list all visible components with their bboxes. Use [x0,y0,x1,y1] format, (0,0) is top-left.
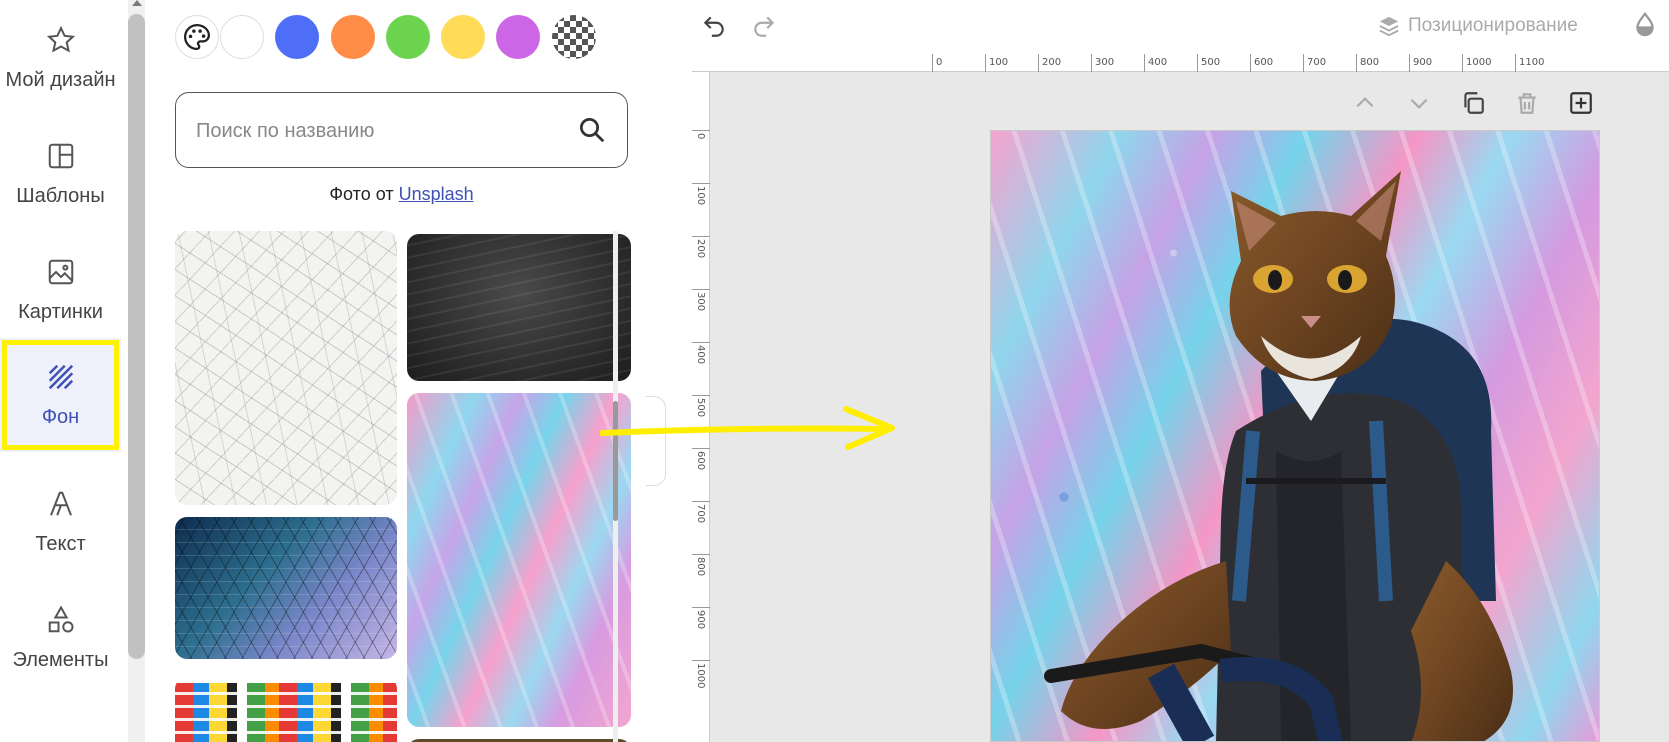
swatch-blue[interactable] [275,15,319,59]
sidebar-item-label: Шаблоны [16,184,105,207]
ruler-tick: 200 [692,236,710,289]
star-icon [46,25,75,53]
delete-button[interactable] [1510,86,1544,120]
image-icon [48,259,73,284]
background-thumbnails [175,231,635,742]
ruler-tick: 0 [692,130,710,183]
sidebar-item-label: Мой дизайн [5,68,116,91]
swatch-green[interactable] [386,15,430,59]
positioning-button[interactable]: Позиционирование [1378,8,1578,44]
ruler-tick: 800 [692,554,710,607]
horizontal-ruler: 0 100 200 300 400 500 600 700 800 900 10… [692,54,1669,72]
move-down-button[interactable] [1402,86,1436,120]
copy-icon [1464,92,1484,114]
search-icon[interactable] [577,115,607,145]
add-page-button[interactable] [1564,86,1598,120]
redo-icon [754,16,775,37]
opacity-icon[interactable] [1630,10,1660,40]
text-icon [49,491,72,516]
trash-icon [1518,93,1536,114]
color-picker-button[interactable] [175,15,219,59]
swatch-white[interactable] [220,15,264,59]
positioning-label: Позиционирование [1408,15,1578,36]
sidebar-item-templates[interactable]: Шаблоны [0,116,121,232]
background-icon [48,364,73,389]
move-up-button[interactable] [1348,86,1382,120]
ruler-tick: 700 [692,501,710,554]
swatch-transparent[interactable] [552,15,596,59]
swatch-orange[interactable] [331,15,375,59]
ruler-tick: 300 [1091,54,1114,72]
ruler-tick: 400 [1144,54,1167,72]
ruler-tick: 1000 [1462,54,1491,72]
redo-button[interactable] [748,10,780,42]
chevron-down-icon [1410,98,1428,109]
ruler-tick: 700 [1303,54,1326,72]
sidebar-item-label: Картинки [18,300,103,323]
background-panel: Фото от Unsplash [145,0,692,742]
background-thumb-cracked-white[interactable] [175,231,397,505]
design-canvas[interactable] [990,130,1600,742]
photo-credit: Фото от Unsplash [175,184,628,205]
search-input[interactable] [194,115,554,147]
cat-cyclist-illustration[interactable] [991,131,1600,742]
templates-icon [48,143,73,168]
sidebar-item-label: Фон [41,405,80,428]
swatch-yellow[interactable] [441,15,485,59]
ruler-tick: 800 [1356,54,1379,72]
background-thumb-colorful-bricks[interactable] [175,677,397,742]
sidebar-item-text[interactable]: Текст [0,464,121,580]
ruler-tick: 900 [692,607,710,660]
sidebar-scrollbar[interactable] [128,0,145,742]
sidebar-item-label: Текст [35,532,86,555]
background-thumb-geometric-ceiling[interactable] [175,517,397,659]
ruler-tick: 0 [932,54,942,72]
sidebar-item-images[interactable]: Картинки [0,232,121,348]
scrollbar-thumb[interactable] [128,14,145,659]
chevron-up-icon [1356,97,1374,108]
sidebar-item-elements[interactable]: Элементы [0,580,121,696]
ruler-tick: 200 [1038,54,1061,72]
panel-scrollbar[interactable] [613,231,618,742]
ruler-tick: 100 [692,183,710,236]
background-thumb-fluid-pink-blue[interactable] [407,393,631,727]
add-icon [1570,92,1592,114]
editor-toolbar: Позиционирование [692,0,1669,54]
ruler-tick: 500 [1197,54,1220,72]
undo-button[interactable] [698,10,730,42]
editor-area: Позиционирование 0 100 200 300 400 500 6… [692,0,1669,742]
duplicate-button[interactable] [1456,86,1490,120]
sidebar: Мой дизайн Шаблоны Картинки Фон Текст Эл… [0,0,121,742]
photo-credit-prefix: Фото от [329,184,394,204]
ruler-tick: 400 [692,342,710,395]
undo-icon [703,16,724,37]
search-box [175,92,628,168]
layers-icon [1379,16,1399,37]
swatch-purple[interactable] [496,15,540,59]
unsplash-link[interactable]: Unsplash [399,184,474,204]
sidebar-item-my-design[interactable]: Мой дизайн [0,0,121,116]
ruler-tick: 600 [1250,54,1273,72]
palette-icon [184,23,211,51]
ruler-tick: 1000 [692,660,710,713]
annotation-arrow [600,406,895,450]
scroll-up-arrow-icon[interactable] [132,0,142,6]
sidebar-item-label: Элементы [12,648,109,671]
shapes-icon [48,604,74,633]
ruler-tick: 1100 [1515,54,1544,72]
background-thumb-dark-leather[interactable] [407,234,631,381]
sidebar-item-background[interactable]: Фон [0,338,121,452]
ruler-tick: 900 [1409,54,1432,72]
ruler-tick: 300 [692,289,710,342]
ruler-tick: 100 [985,54,1008,72]
